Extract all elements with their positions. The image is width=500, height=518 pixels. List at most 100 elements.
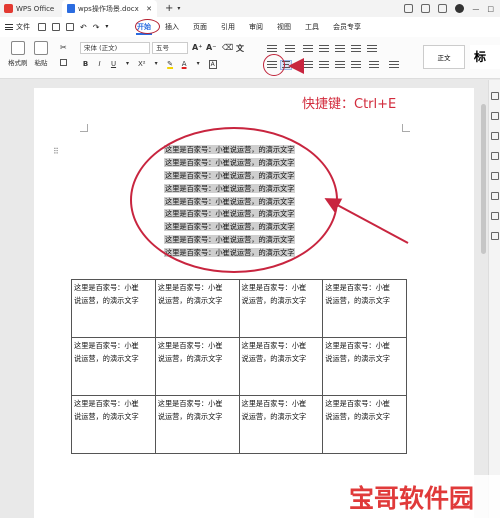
redo-icon[interactable]: ↷	[93, 23, 100, 32]
table-cell[interactable]: 这里是百家号：小崔 说运营，的演示文字	[238, 337, 324, 396]
minimize-icon[interactable]: —	[472, 5, 479, 13]
annotation-ring-home-tab	[135, 19, 160, 34]
document-table[interactable]: 这里是百家号：小崔 说运营，的演示文字 这里是百家号：小崔 说运营，的演示文字 这里…	[71, 279, 407, 454]
font-color-chevron-icon[interactable]: ▾	[195, 60, 202, 69]
menu-icon	[5, 24, 13, 30]
table-cell[interactable]: 这里是百家号：小崔 说运营，的演示文字	[154, 337, 240, 396]
file-menu[interactable]: 文件	[0, 22, 38, 32]
print-icon[interactable]	[52, 22, 60, 31]
tab-membership[interactable]: 会员专享	[326, 17, 368, 37]
table-cell[interactable]: 这里是百家号：小崔 说运营，的演示文字	[71, 395, 156, 454]
paste-button[interactable]: 粘贴	[34, 41, 48, 67]
avatar-icon[interactable]	[455, 4, 465, 13]
format-row: B I U ▾ X² ▾ ✎ A ▾ A	[82, 60, 217, 69]
shading-icon[interactable]	[369, 61, 379, 69]
char-shading-icon[interactable]	[367, 45, 377, 53]
table-cell[interactable]: 这里是百家号：小崔 说运营，的演示文字	[322, 337, 407, 396]
quick-access-chevron-icon[interactable]: ▾	[105, 23, 108, 32]
title-bar: WPS Office wps操作场景.docx ✕ + ▾ — □	[0, 0, 500, 17]
table-cell[interactable]: 这里是百家号：小崔 说运营，的演示文字	[238, 279, 324, 338]
table-cell[interactable]: 这里是百家号：小崔 说运营，的演示文字	[322, 279, 407, 338]
line-spacing-icon[interactable]	[351, 61, 361, 69]
table-cell[interactable]: 这里是百家号：小崔 说运营，的演示文字	[238, 395, 324, 454]
outdent-icon[interactable]	[303, 45, 313, 53]
side-cloud-icon[interactable]	[491, 232, 499, 240]
table-cell[interactable]: 这里是百家号：小崔 说运营，的演示文字	[322, 395, 407, 454]
font-color-button[interactable]: A	[181, 60, 188, 69]
clear-format-icon[interactable]: ⌫	[222, 43, 233, 52]
bold-button[interactable]: B	[82, 60, 89, 69]
tab-review[interactable]: 审阅	[242, 17, 270, 37]
sort-icon[interactable]	[335, 45, 345, 53]
grid-icon[interactable]	[421, 4, 431, 13]
window-controls: — □	[404, 4, 500, 13]
table-cell[interactable]: 这里是百家号：小崔 说运营，的演示文字	[154, 395, 240, 454]
style-heading[interactable]: 标	[470, 45, 500, 69]
app-name: WPS Office	[16, 4, 55, 13]
side-layout-icon[interactable]	[491, 172, 499, 180]
format-painter-icon	[10, 41, 25, 55]
side-translate-icon[interactable]	[491, 212, 499, 220]
highlight-button[interactable]: ✎	[167, 60, 174, 69]
borders-icon[interactable]	[389, 61, 399, 69]
tab-close-icon[interactable]: ✕	[146, 5, 152, 13]
font-name-select[interactable]: 宋体 (正文)	[80, 42, 150, 54]
tab-page[interactable]: 页面	[186, 17, 214, 37]
layout-icon[interactable]	[404, 4, 414, 13]
table-cell[interactable]: 这里是百家号：小崔 说运营，的演示文字	[154, 279, 240, 338]
show-marks-icon[interactable]	[351, 45, 361, 53]
table-cell[interactable]: 这里是百家号：小崔 说运营，的演示文字	[71, 279, 156, 338]
font-size-value: 五号	[156, 44, 169, 52]
preview-icon[interactable]	[66, 22, 74, 31]
mail-icon[interactable]	[438, 4, 448, 13]
document-tab[interactable]: wps操作场景.docx ✕	[62, 0, 157, 17]
side-shapes-icon[interactable]	[491, 152, 499, 160]
page-corner-mark	[80, 124, 88, 132]
style-normal[interactable]: 正文	[423, 45, 465, 69]
undo-icon[interactable]: ↶	[80, 23, 87, 32]
distributed-icon[interactable]	[335, 61, 345, 69]
maximize-icon[interactable]: □	[487, 5, 494, 13]
watermark-text: 宝哥软件园	[349, 483, 475, 513]
format-painter-button[interactable]: 格式刷	[8, 41, 28, 67]
side-pen-icon[interactable]	[491, 132, 499, 140]
underline-button[interactable]: U	[110, 60, 117, 69]
char-border-icon[interactable]: A	[208, 60, 217, 69]
vertical-scrollbar[interactable]	[481, 104, 486, 254]
superscript-chevron-icon[interactable]: ▾	[153, 60, 160, 69]
annotation-ring-center-align	[263, 54, 285, 76]
align-right-icon[interactable]	[303, 61, 313, 69]
wps-logo-icon	[4, 4, 13, 13]
save-icon[interactable]	[38, 22, 46, 31]
paste-label: 粘贴	[34, 59, 48, 67]
style-normal-label: 正文	[437, 54, 451, 62]
grow-font-icon[interactable]: A⁺	[192, 43, 202, 52]
justify-icon[interactable]	[319, 61, 329, 69]
tab-insert[interactable]: 插入	[158, 17, 186, 37]
underline-chevron-icon[interactable]: ▾	[124, 60, 131, 69]
side-edit-icon[interactable]	[491, 112, 499, 120]
tab-references[interactable]: 引用	[214, 17, 242, 37]
italic-button[interactable]: I	[96, 60, 103, 69]
tab-tools[interactable]: 工具	[298, 17, 326, 37]
cut-icon[interactable]: ✂	[60, 43, 67, 52]
indent-icon[interactable]	[319, 45, 329, 53]
table-cell[interactable]: 这里是百家号：小崔 说运营，的演示文字	[71, 337, 156, 396]
side-panel	[488, 80, 500, 518]
side-share-icon[interactable]	[491, 192, 499, 200]
app-home[interactable]: WPS Office	[0, 4, 62, 13]
font-size-select[interactable]: 五号	[152, 42, 188, 54]
shrink-font-icon[interactable]: A⁻	[206, 43, 216, 52]
tab-view[interactable]: 视图	[270, 17, 298, 37]
bullet-list-icon[interactable]	[267, 45, 277, 53]
side-select-icon[interactable]	[491, 92, 499, 100]
file-menu-label: 文件	[16, 23, 30, 31]
copy-icon[interactable]	[60, 59, 67, 66]
move-handle-icon[interactable]: ⠿	[53, 147, 59, 156]
tab-list-chevron-icon[interactable]: ▾	[177, 5, 180, 12]
superscript-button[interactable]: X²	[138, 60, 146, 69]
new-tab-icon[interactable]: +	[165, 3, 173, 14]
numbered-list-icon[interactable]	[285, 45, 295, 53]
phonetic-icon[interactable]: 文	[236, 43, 244, 54]
document-tab-label: wps操作场景.docx	[78, 4, 139, 13]
